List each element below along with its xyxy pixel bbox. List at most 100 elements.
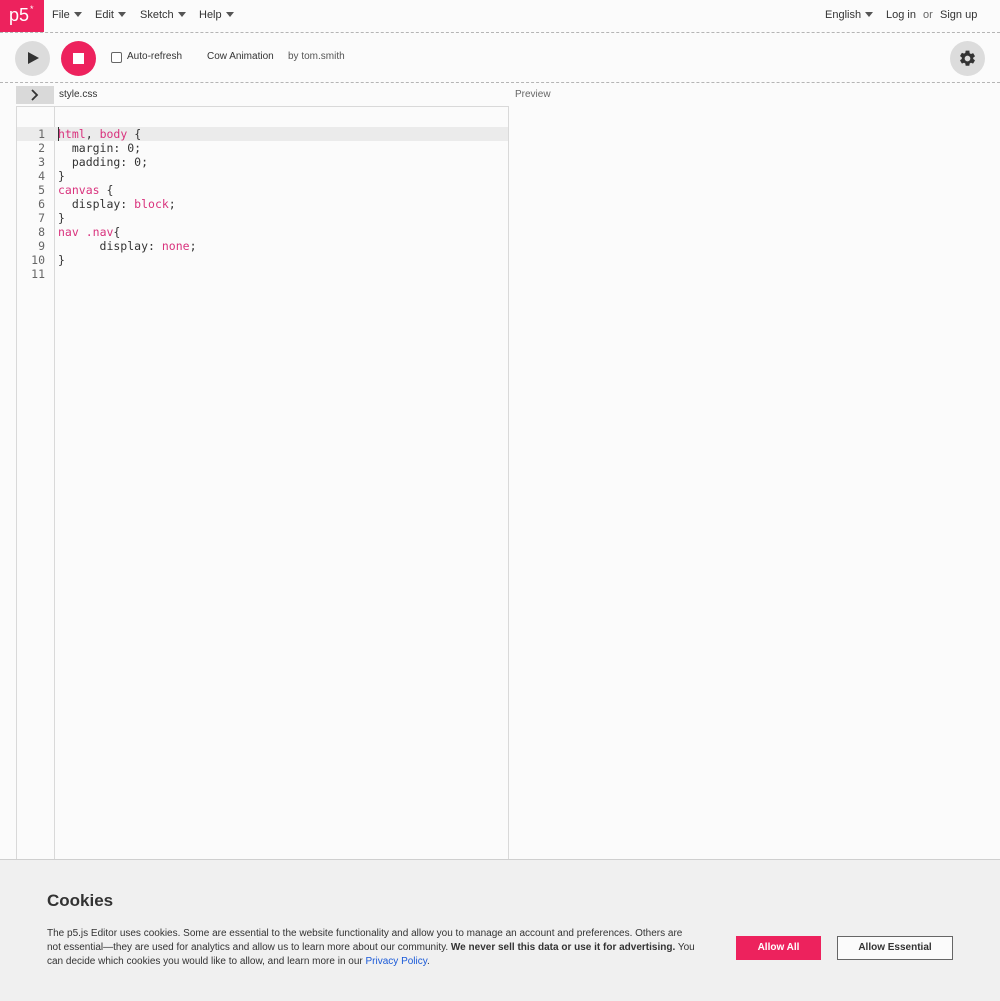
line-number: 7 [38,211,45,225]
menu-help-label: Help [199,9,222,21]
menu-file-label: File [52,9,70,21]
caret-down-icon [225,12,234,17]
privacy-policy-link[interactable]: Privacy Policy [366,956,428,967]
code-keyword: nav [58,225,79,239]
code-keyword: canvas [58,183,100,197]
menu-edit[interactable]: Edit [95,9,126,21]
code-token: } [58,169,65,183]
cookie-text-bold: We never sell this data or use it for ad… [450,942,676,953]
code-line[interactable]: 8 nav .nav{ [17,225,508,239]
language-label: English [825,9,862,21]
editor-file-name: style.css [59,89,98,100]
code-line[interactable]: 4} [17,169,508,183]
settings-button[interactable] [950,41,985,76]
code-text: canvas { [58,183,113,197]
preview-label: Preview [515,89,551,100]
code-line[interactable]: 10} [17,253,508,267]
code-text: margin: 0; [58,141,141,155]
caret-down-icon [865,12,874,17]
auto-refresh-checkbox[interactable] [111,52,122,63]
caret-down-icon [73,12,82,17]
toolbar: Auto-refresh Cow Animation by tom.smith [0,33,1000,83]
code-token: display: [58,239,162,253]
code-text: padding: 0; [58,155,148,169]
cookie-title: Cookies [47,891,114,910]
menu-sketch[interactable]: Sketch [140,9,186,21]
caret-down-icon [177,12,186,17]
code-text: } [58,211,65,225]
project-owner: by tom.smith [288,51,345,62]
line-number: 10 [31,253,45,267]
line-number: 11 [31,267,45,281]
p5-logo[interactable]: p5 * [0,0,44,32]
code-text: html, body { [58,127,141,141]
top-nav: p5 * File Edit Sketch Help English Log i… [0,0,1000,33]
code-keyword: html [58,127,86,141]
gear-icon [960,50,975,66]
cookie-text: The p5.js Editor uses cookies. Some are … [47,927,697,969]
line-number: 2 [38,141,45,155]
cookie-text-end: . [427,956,430,967]
line-number: 5 [38,183,45,197]
line-number: 8 [38,225,45,239]
code-text: } [58,253,65,267]
code-line[interactable]: 1 html, body { [17,127,508,141]
menu-help[interactable]: Help [199,9,234,21]
auto-refresh-label[interactable]: Auto-refresh [127,51,182,62]
cookie-banner: Cookies The p5.js Editor uses cookies. S… [0,859,1000,1001]
code-token: , [85,127,100,141]
code-keyword: block [134,197,169,211]
code-line[interactable]: 9 display: none; [17,239,508,253]
code-line[interactable]: 6 display: block; [17,197,508,211]
allow-all-button[interactable]: Allow All [736,936,821,960]
code-text: } [58,169,65,183]
code-editor[interactable]: 1 html, body {2 margin: 0; 3 padding: 0; 4}… [16,106,509,867]
language-selector[interactable]: English [825,9,874,21]
code-token: { [113,225,121,239]
menu-sketch-label: Sketch [140,9,174,21]
code-token: padding: 0; [58,155,149,169]
code-keyword: body [99,127,128,141]
code-keyword: none [161,239,190,253]
line-number: 3 [38,155,45,169]
caret-down-icon [117,12,126,17]
code-token: ; [189,239,197,253]
chevron-right-icon [31,89,39,101]
code-text: display: none; [58,239,197,253]
code-keyword: .nav [85,225,114,239]
code-line[interactable]: 11 [17,267,508,281]
line-number: 1 [38,127,45,141]
code-token: margin: 0; [58,141,142,155]
allow-essential-button[interactable]: Allow Essential [837,936,953,960]
line-number: 9 [38,239,45,253]
code-token: } [58,211,65,225]
code-line[interactable]: 5 canvas { [17,183,508,197]
code-token: { [99,183,114,197]
project-name[interactable]: Cow Animation [207,51,274,62]
play-button[interactable] [15,41,50,76]
code-line[interactable]: 2 margin: 0; [17,141,508,155]
signup-link[interactable]: Sign up [940,9,977,21]
code-token: } [58,253,65,267]
login-link[interactable]: Log in [886,9,916,21]
text-cursor [58,127,59,141]
or-text: or [923,9,933,21]
stop-icon [73,53,84,64]
play-icon [28,52,39,64]
code-line[interactable]: 3 padding: 0; [17,155,508,169]
stop-button[interactable] [61,41,96,76]
menu-file[interactable]: File [52,9,82,21]
code-line[interactable]: 7} [17,211,508,225]
code-token: { [127,127,142,141]
logo-asterisk: * [30,4,34,14]
code-token: ; [168,197,176,211]
line-number: 4 [38,169,45,183]
code-token: display: [58,197,135,211]
sidebar-toggle-button[interactable] [16,86,54,104]
code-text: nav .nav{ [58,225,120,239]
code-text: display: block; [58,197,176,211]
line-number: 6 [38,197,45,211]
logo-text: p5 [9,5,30,25]
menu-edit-label: Edit [95,9,114,21]
